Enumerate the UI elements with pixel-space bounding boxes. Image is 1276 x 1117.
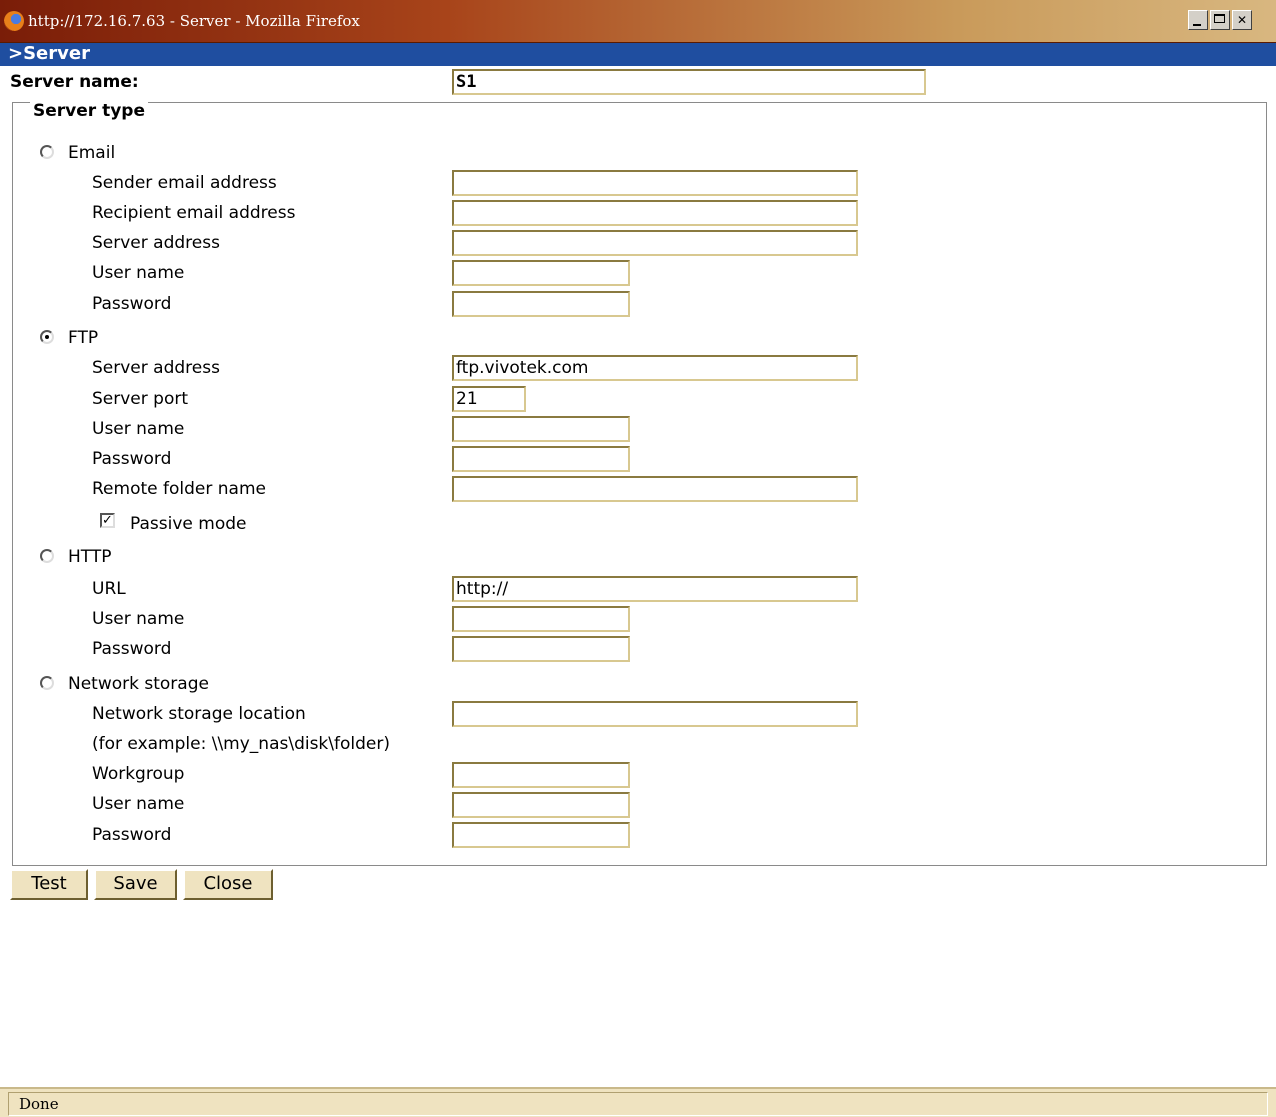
- email-user-name-label: User name: [92, 263, 185, 283]
- remote-folder-input[interactable]: [452, 476, 858, 502]
- ftp-server-port-input[interactable]: [452, 386, 526, 412]
- passive-mode-label: Passive mode: [130, 514, 247, 534]
- email-password-input[interactable]: [452, 291, 630, 317]
- close-button[interactable]: Close: [183, 869, 273, 900]
- firefox-icon: [4, 11, 24, 31]
- http-radio[interactable]: [40, 549, 54, 563]
- sender-email-input[interactable]: [452, 170, 858, 196]
- test-button[interactable]: Test: [10, 869, 88, 900]
- network-storage-location-input[interactable]: [452, 701, 858, 727]
- email-password-label: Password: [92, 294, 172, 314]
- minimize-button[interactable]: [1188, 10, 1208, 30]
- http-user-name-input[interactable]: [452, 606, 630, 632]
- window-title-bar: http://172.16.7.63 - Server - Mozilla Fi…: [0, 0, 1276, 43]
- ftp-server-address-label: Server address: [92, 358, 220, 378]
- minimize-icon: [1193, 24, 1201, 26]
- ns-password-label: Password: [92, 825, 172, 845]
- http-option-label: HTTP: [68, 547, 112, 567]
- ns-password-input[interactable]: [452, 822, 630, 848]
- page-title: >Server: [0, 43, 1276, 66]
- email-server-address-label: Server address: [92, 233, 220, 253]
- recipient-email-input[interactable]: [452, 200, 858, 226]
- network-storage-example: (for example: \\my_nas\disk\folder): [92, 734, 390, 754]
- email-option-label: Email: [68, 143, 116, 163]
- ns-user-name-label: User name: [92, 794, 185, 814]
- close-icon: ✕: [1236, 13, 1248, 27]
- close-window-button[interactable]: ✕: [1232, 10, 1252, 30]
- ftp-user-name-label: User name: [92, 419, 185, 439]
- save-button[interactable]: Save: [94, 869, 177, 900]
- http-password-input[interactable]: [452, 636, 630, 662]
- ftp-option-label: FTP: [68, 328, 99, 348]
- maximize-icon: [1214, 14, 1225, 23]
- email-server-address-input[interactable]: [452, 230, 858, 256]
- remote-folder-label: Remote folder name: [92, 479, 266, 499]
- server-name-input[interactable]: [452, 69, 926, 95]
- http-password-label: Password: [92, 639, 172, 659]
- network-storage-location-label: Network storage location: [92, 704, 306, 724]
- ftp-password-label: Password: [92, 449, 172, 469]
- http-url-label: URL: [92, 579, 126, 599]
- email-user-name-input[interactable]: [452, 260, 630, 286]
- network-storage-option-label: Network storage: [68, 674, 209, 694]
- passive-mode-checkbox[interactable]: ✓: [100, 513, 115, 528]
- workgroup-label: Workgroup: [92, 764, 185, 784]
- email-radio[interactable]: [40, 145, 54, 159]
- status-text: Done: [8, 1092, 1268, 1116]
- ns-user-name-input[interactable]: [452, 792, 630, 818]
- ftp-password-input[interactable]: [452, 446, 630, 472]
- server-name-label: Server name:: [10, 72, 139, 92]
- status-bar: Done: [0, 1087, 1276, 1117]
- maximize-button[interactable]: [1210, 10, 1230, 30]
- ftp-user-name-input[interactable]: [452, 416, 630, 442]
- ftp-server-address-input[interactable]: [452, 355, 858, 381]
- recipient-email-label: Recipient email address: [92, 203, 296, 223]
- window-title: http://172.16.7.63 - Server - Mozilla Fi…: [28, 12, 360, 30]
- http-url-input[interactable]: [452, 576, 858, 602]
- server-type-legend: Server type: [30, 101, 148, 121]
- sender-email-label: Sender email address: [92, 173, 277, 193]
- http-user-name-label: User name: [92, 609, 185, 629]
- ftp-radio[interactable]: [40, 330, 54, 344]
- network-storage-radio[interactable]: [40, 676, 54, 690]
- workgroup-input[interactable]: [452, 762, 630, 788]
- ftp-server-port-label: Server port: [92, 389, 188, 409]
